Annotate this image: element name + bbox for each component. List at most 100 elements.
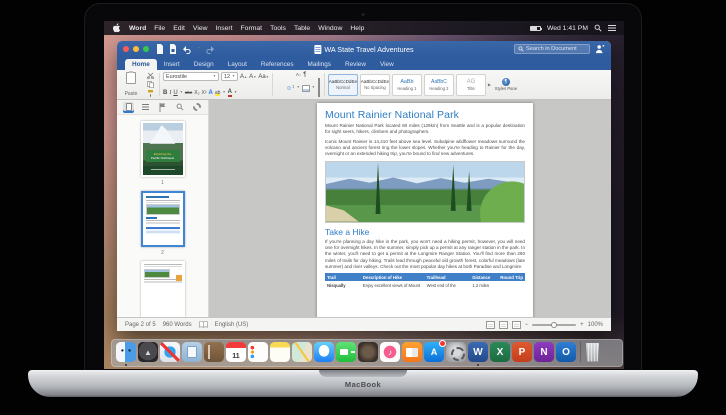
italic-button[interactable]: I	[169, 90, 171, 96]
borders-button[interactable]	[317, 78, 321, 98]
thumbnail-page-1[interactable]: Exploring the Pacific Northwest	[140, 121, 185, 177]
undo-icon[interactable]	[182, 45, 192, 54]
style-heading-2[interactable]: AaBbC Heading 2	[423, 73, 454, 96]
system-preferences-icon[interactable]	[446, 342, 466, 362]
mail-icon[interactable]	[182, 342, 202, 362]
messages-icon[interactable]	[314, 342, 334, 362]
increase-indent-button[interactable]	[292, 74, 294, 76]
styles-pane-button[interactable]: ¶ Styles Pane	[493, 77, 519, 92]
thumbnails-view-icon[interactable]	[123, 101, 134, 113]
font-name-combo[interactable]: Eurostile ▼	[163, 72, 219, 81]
menu-item-format[interactable]: Format	[241, 25, 263, 32]
zoom-slider-knob[interactable]	[551, 321, 558, 328]
spotlight-search-icon[interactable]	[594, 24, 602, 32]
spellcheck-book-icon[interactable]	[198, 321, 208, 328]
menu-item-word[interactable]: Word	[129, 25, 146, 32]
underline-button[interactable]: U	[173, 90, 177, 96]
tab-view[interactable]: View	[373, 59, 401, 70]
menu-clock[interactable]: Wed 1:41 PM	[547, 25, 588, 32]
close-window-button[interactable]	[123, 46, 129, 52]
ibooks-icon[interactable]	[402, 342, 422, 362]
itunes-icon[interactable]: ♪	[380, 342, 400, 362]
maps-icon[interactable]	[292, 342, 312, 362]
language-indicator[interactable]: English (US)	[215, 322, 249, 328]
menu-item-table[interactable]: Table	[294, 25, 310, 32]
font-size-combo[interactable]: 12 ▼	[221, 72, 238, 81]
copy-icon[interactable]	[147, 81, 154, 88]
word-count[interactable]: 960 Words	[163, 322, 192, 328]
dock-excel-icon[interactable]: X	[490, 342, 510, 362]
web-layout-view-button[interactable]	[498, 320, 508, 329]
search-in-document-field[interactable]: Search in Document	[514, 44, 590, 54]
dock-powerpoint-icon[interactable]: P	[512, 342, 532, 362]
new-document-icon[interactable]	[156, 44, 164, 54]
decrease-indent-button[interactable]	[288, 74, 290, 76]
shading-button[interactable]	[301, 84, 310, 92]
bullet-list-button[interactable]	[276, 74, 278, 76]
dock-outlook-icon[interactable]: O	[556, 342, 576, 362]
zoom-window-button[interactable]	[143, 46, 149, 52]
format-painter-icon[interactable]	[147, 90, 154, 97]
minimize-window-button[interactable]	[133, 46, 139, 52]
text-effects-button[interactable]: A	[209, 90, 213, 96]
paste-button[interactable]: Paste	[120, 71, 142, 97]
reminders-icon[interactable]	[248, 342, 268, 362]
style-heading-1[interactable]: AaBb Heading 1	[391, 73, 422, 96]
menu-item-insert[interactable]: Insert	[216, 25, 233, 32]
document-map-icon[interactable]	[140, 102, 151, 113]
tab-design[interactable]: Design	[187, 59, 221, 70]
thumbnail-page-2[interactable]	[140, 191, 185, 247]
font-color-button[interactable]: A	[227, 89, 232, 97]
highlight-dropdown-caret[interactable]: ▼	[222, 91, 225, 94]
align-center-button[interactable]	[280, 87, 282, 89]
document-page[interactable]: Mount Rainier National Park Mount Rainie…	[317, 103, 533, 317]
save-icon[interactable]	[169, 44, 177, 54]
highlight-color-button[interactable]: ab	[214, 90, 221, 96]
document-canvas[interactable]: Mount Rainier National Park Mount Rainie…	[209, 100, 611, 317]
menu-item-tools[interactable]: Tools	[270, 25, 286, 32]
menu-item-help[interactable]: Help	[350, 25, 364, 32]
numbered-list-button[interactable]	[280, 74, 282, 76]
superscript-button[interactable]: X²	[202, 90, 207, 96]
bold-button[interactable]: B	[163, 90, 167, 96]
zoom-percentage[interactable]: 100%	[588, 322, 603, 328]
line-spacing-caret[interactable]: ▼	[297, 86, 300, 89]
strikethrough-button[interactable]: abc	[185, 90, 192, 96]
subscript-button[interactable]: X₂	[194, 90, 199, 96]
sort-button[interactable]: A↓	[296, 72, 301, 78]
change-case-button[interactable]: Aa▼	[258, 74, 269, 80]
finder-icon[interactable]	[116, 342, 136, 362]
safari-icon[interactable]	[160, 342, 180, 362]
font-color-dropdown-caret[interactable]: ▼	[234, 91, 237, 94]
multilevel-list-button[interactable]	[284, 74, 286, 76]
undo-dropdown-caret[interactable]: ▼	[197, 47, 200, 51]
line-spacing-button[interactable]: ↕	[292, 85, 295, 91]
cut-icon[interactable]	[147, 72, 154, 79]
align-left-button[interactable]	[276, 87, 278, 89]
justify-button[interactable]	[286, 86, 291, 90]
print-layout-view-button[interactable]	[485, 320, 495, 329]
zoom-slider[interactable]	[532, 321, 577, 328]
underline-dropdown-caret[interactable]: ▼	[180, 91, 183, 94]
notification-center-icon[interactable]	[608, 25, 616, 31]
style-no-spacing[interactable]: AaBbCcDdEe No Spacing	[359, 73, 390, 96]
facetime-icon[interactable]	[336, 342, 356, 362]
shrink-font-button[interactable]: A▼	[249, 74, 256, 80]
meadow-forest-photo[interactable]	[325, 160, 525, 223]
dock-onenote-icon[interactable]: N	[534, 342, 554, 362]
share-person-icon[interactable]	[595, 44, 605, 54]
sidebar-settings-gear-icon[interactable]	[191, 102, 202, 113]
app-store-icon[interactable]: A	[424, 340, 446, 362]
tab-mailings[interactable]: Mailings	[301, 59, 338, 70]
tab-layout[interactable]: Layout	[221, 59, 254, 70]
menu-item-file[interactable]: File	[154, 25, 165, 32]
calendar-icon[interactable]: 11	[226, 342, 246, 362]
sidebar-search-icon[interactable]	[174, 102, 185, 113]
notes-icon[interactable]	[270, 342, 290, 362]
battery-icon[interactable]	[529, 25, 542, 31]
menu-item-view[interactable]: View	[193, 25, 208, 32]
align-right-button[interactable]	[284, 87, 286, 89]
dock-word-icon[interactable]: W	[468, 342, 488, 362]
tab-insert[interactable]: Insert	[157, 59, 187, 70]
contacts-icon[interactable]	[204, 342, 224, 362]
